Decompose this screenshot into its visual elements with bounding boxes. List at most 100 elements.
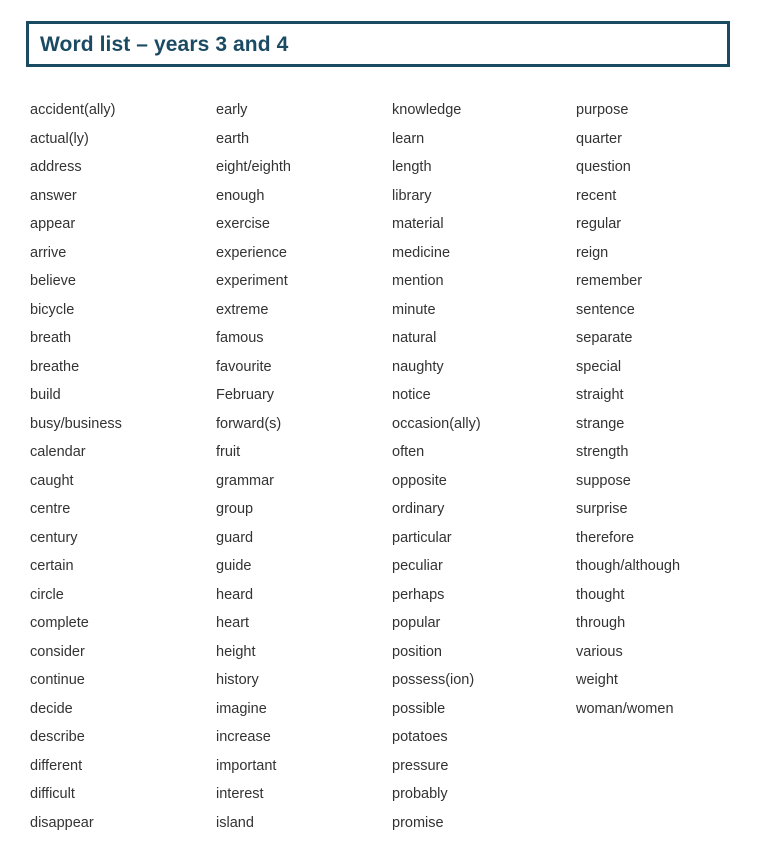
page-title-box: Word list – years 3 and 4 bbox=[26, 21, 730, 67]
word-item: suppose bbox=[576, 472, 631, 489]
word-column-2: early earth eight/eighth enough exercise expe… bbox=[216, 96, 392, 837]
word-item: peculiar bbox=[392, 558, 443, 574]
word-item: woman/women bbox=[576, 700, 674, 717]
word-item: difficult bbox=[30, 786, 75, 802]
word-item: library bbox=[392, 187, 432, 204]
word-item: bicycle bbox=[30, 301, 75, 318]
word-item: extreme bbox=[216, 301, 269, 318]
word-item: occasion(ally) bbox=[392, 415, 481, 432]
word-item: regular bbox=[576, 216, 622, 232]
word-item: different bbox=[30, 757, 83, 774]
word-item: knowledge bbox=[392, 102, 462, 118]
word-item: promise bbox=[392, 814, 444, 831]
word-item: February bbox=[216, 387, 275, 403]
word-item: height bbox=[216, 643, 256, 660]
word-item: reign bbox=[576, 244, 609, 261]
word-item: sentence bbox=[576, 301, 635, 318]
word-item: natural bbox=[392, 330, 437, 346]
word-item: possess(ion) bbox=[392, 672, 475, 688]
word-item: thought bbox=[576, 586, 625, 603]
word-item: naughty bbox=[392, 358, 444, 375]
word-item: popular bbox=[392, 615, 441, 631]
word-item: address bbox=[30, 159, 82, 175]
word-item: potatoes bbox=[392, 729, 448, 745]
word-item: century bbox=[30, 529, 78, 546]
word-item: calendar bbox=[30, 444, 86, 460]
word-item: consider bbox=[30, 643, 85, 660]
word-item: early bbox=[216, 102, 248, 118]
word-item: quarter bbox=[576, 130, 622, 147]
word-item: favourite bbox=[216, 358, 272, 375]
word-item: guide bbox=[216, 558, 252, 574]
word-item: breathe bbox=[30, 358, 80, 375]
word-item: special bbox=[576, 358, 622, 375]
word-item: imagine bbox=[216, 700, 267, 717]
word-item: island bbox=[216, 814, 254, 831]
word-item: straight bbox=[576, 387, 624, 403]
word-item: increase bbox=[216, 729, 271, 745]
word-item: medicine bbox=[392, 244, 451, 261]
word-column-4: purpose quarter question recent regular reign… bbox=[576, 96, 757, 723]
word-item: perhaps bbox=[392, 586, 445, 603]
word-item: through bbox=[576, 615, 626, 631]
word-item: continue bbox=[30, 672, 85, 688]
word-item: pressure bbox=[392, 757, 449, 774]
word-item: particular bbox=[392, 529, 452, 546]
word-item: accident(ally) bbox=[30, 102, 116, 118]
word-column-1: accident(ally) actual(ly) address answer app… bbox=[30, 96, 216, 837]
word-item: ordinary bbox=[392, 501, 445, 517]
word-item: though/although bbox=[576, 558, 681, 574]
word-item: recent bbox=[576, 187, 617, 204]
word-item: experiment bbox=[216, 273, 288, 289]
word-item: learn bbox=[392, 130, 425, 147]
word-item: heard bbox=[216, 586, 254, 603]
word-item: decide bbox=[30, 700, 73, 717]
word-item: weight bbox=[576, 672, 618, 688]
word-item: question bbox=[576, 159, 631, 175]
word-item: history bbox=[216, 672, 259, 688]
word-item: strange bbox=[576, 415, 625, 432]
word-item: guard bbox=[216, 529, 254, 546]
word-item: mention bbox=[392, 273, 444, 289]
word-item: position bbox=[392, 643, 442, 660]
word-item: often bbox=[392, 444, 425, 460]
word-item: length bbox=[392, 159, 432, 175]
word-item: circle bbox=[30, 586, 64, 603]
word-item: disappear bbox=[30, 814, 94, 831]
word-item: remember bbox=[576, 273, 643, 289]
word-item: group bbox=[216, 501, 254, 517]
word-item: breath bbox=[30, 330, 72, 346]
word-item: build bbox=[30, 387, 61, 403]
word-item: eight/eighth bbox=[216, 159, 291, 175]
word-item: experience bbox=[216, 244, 287, 261]
word-item: material bbox=[392, 216, 444, 232]
word-item: describe bbox=[30, 729, 85, 745]
word-item: therefore bbox=[576, 529, 635, 546]
word-item: enough bbox=[216, 187, 265, 204]
word-item: forward(s) bbox=[216, 415, 282, 432]
word-item: appear bbox=[30, 216, 76, 232]
page-title: Word list – years 3 and 4 bbox=[40, 32, 289, 56]
word-column-3: knowledge learn length library material medic… bbox=[392, 96, 576, 837]
word-item: strength bbox=[576, 444, 629, 460]
word-item: centre bbox=[30, 501, 71, 517]
word-item: caught bbox=[30, 472, 74, 489]
word-item: possible bbox=[392, 700, 446, 717]
word-item: certain bbox=[30, 558, 74, 574]
word-item: opposite bbox=[392, 472, 447, 489]
word-list-page: Word list – years 3 and 4 accident(ally)… bbox=[0, 0, 757, 849]
word-item: believe bbox=[30, 273, 76, 289]
word-item: famous bbox=[216, 330, 264, 346]
word-item: various bbox=[576, 643, 623, 660]
word-item: heart bbox=[216, 615, 250, 631]
word-item: probably bbox=[392, 786, 448, 802]
word-item: important bbox=[216, 757, 277, 774]
word-item: interest bbox=[216, 786, 264, 802]
word-item: earth bbox=[216, 130, 250, 147]
word-item: answer bbox=[30, 187, 77, 204]
word-item: fruit bbox=[216, 444, 241, 460]
word-item: minute bbox=[392, 301, 436, 318]
word-item: actual(ly) bbox=[30, 130, 89, 147]
word-item: busy/business bbox=[30, 415, 122, 432]
word-item: notice bbox=[392, 387, 431, 403]
